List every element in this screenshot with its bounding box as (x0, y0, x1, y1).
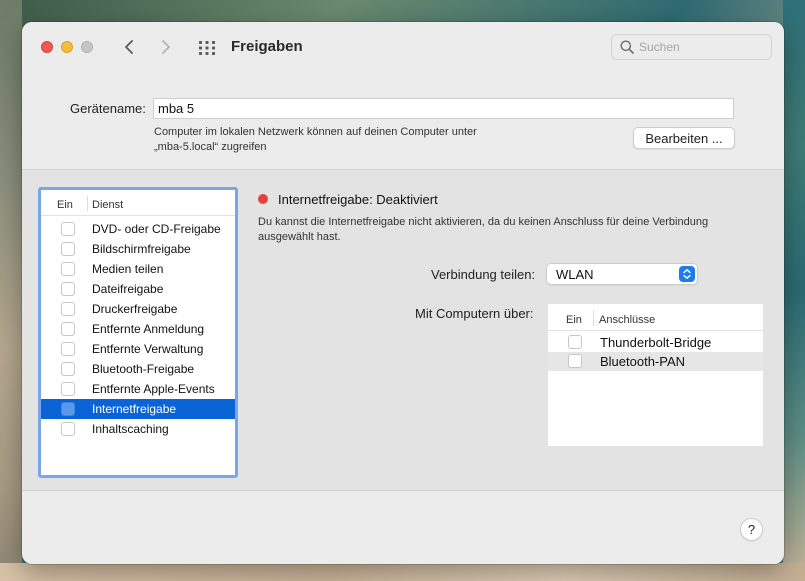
status-description-line-1: Du kannst die Internetfreigabe nicht akt… (258, 216, 709, 228)
service-checkbox[interactable] (61, 362, 75, 376)
service-label: Entfernte Verwaltung (92, 342, 204, 356)
service-row-bluetooth-sharing[interactable]: Bluetooth-Freigabe (41, 359, 235, 379)
column-header-ports[interactable]: Anschlüsse (599, 314, 655, 326)
select-arrows-icon (679, 266, 695, 282)
port-checkbox[interactable] (568, 354, 582, 368)
forward-button[interactable] (155, 36, 177, 58)
port-row-bluetooth-pan[interactable]: Bluetooth-PAN (548, 352, 763, 371)
service-checkbox[interactable] (61, 422, 75, 436)
chevron-left-icon (125, 40, 133, 54)
service-list-header: Ein Dienst (41, 190, 235, 216)
service-row-content-caching[interactable]: Inhaltscaching (41, 419, 235, 439)
grid-icon (199, 41, 215, 55)
service-label: Inhaltscaching (92, 422, 169, 436)
device-note-line-1: Computer im lokalen Netzwerk können auf … (154, 126, 477, 138)
service-label: Entfernte Apple-Events (92, 382, 215, 396)
sharing-preferences-window: Freigaben Gerätename: Computer im lokale… (22, 22, 784, 564)
service-row-screen-sharing[interactable]: Bildschirmfreigabe (41, 239, 235, 259)
help-button[interactable]: ? (740, 518, 763, 541)
desktop-background-bottom (0, 563, 805, 581)
titlebar: Freigaben (22, 22, 784, 74)
status-description: Du kannst die Internetfreigabe nicht akt… (258, 215, 758, 245)
service-checkbox[interactable] (61, 242, 75, 256)
column-header-on[interactable]: Ein (57, 199, 73, 211)
service-label: Medien teilen (92, 262, 164, 276)
share-connection-label: Verbindung teilen: (431, 267, 536, 282)
service-label: Bildschirmfreigabe (92, 242, 191, 256)
service-checkbox[interactable] (61, 342, 75, 356)
service-label: Internetfreigabe (92, 402, 177, 416)
device-name-input[interactable] (153, 98, 734, 119)
service-row-media-sharing[interactable]: Medien teilen (41, 259, 235, 279)
search-icon (620, 40, 634, 54)
window-title: Freigaben (231, 38, 303, 55)
device-note-line-2: „mba-5.local“ zugreifen (154, 141, 267, 153)
service-row-remote-management[interactable]: Entfernte Verwaltung (41, 339, 235, 359)
status-indicator (258, 194, 268, 204)
service-list[interactable]: Ein Dienst DVD- oder CD-Freigabe Bildsch… (38, 187, 238, 478)
column-separator (593, 310, 594, 326)
service-row-file-sharing[interactable]: Dateifreigabe (41, 279, 235, 299)
status-text: Internetfreigabe: Deaktiviert (278, 192, 438, 207)
share-connection-value: WLAN (556, 267, 594, 282)
service-row-internet-sharing[interactable]: Internetfreigabe (41, 399, 235, 419)
service-label: DVD- oder CD-Freigabe (92, 222, 221, 236)
to-computers-using-label: Mit Computern über: (415, 306, 534, 321)
port-label: Bluetooth-PAN (600, 354, 686, 369)
ports-table[interactable]: Ein Anschlüsse Thunderbolt-Bridge Blueto… (548, 304, 763, 446)
edit-button[interactable]: Bearbeiten ... (633, 127, 735, 149)
status-description-line-2: ausgewählt hast. (258, 231, 341, 243)
zoom-window-button[interactable] (81, 41, 93, 53)
port-label: Thunderbolt-Bridge (600, 335, 712, 350)
section-divider (22, 490, 784, 491)
service-row-remote-apple-events[interactable]: Entfernte Apple-Events (41, 379, 235, 399)
service-checkbox[interactable] (61, 282, 75, 296)
close-window-button[interactable] (41, 41, 53, 53)
service-label: Entfernte Anmeldung (92, 322, 205, 336)
column-separator (87, 196, 88, 211)
search-input[interactable] (639, 40, 759, 54)
desktop-background-right (783, 0, 805, 581)
share-connection-select[interactable]: WLAN (546, 263, 698, 285)
chevron-right-icon (162, 40, 170, 54)
service-row-printer-sharing[interactable]: Druckerfreigabe (41, 299, 235, 319)
service-row-remote-login[interactable]: Entfernte Anmeldung (41, 319, 235, 339)
column-header-service[interactable]: Dienst (92, 199, 123, 211)
service-row-dvd[interactable]: DVD- oder CD-Freigabe (41, 219, 235, 239)
port-row-thunderbolt-bridge[interactable]: Thunderbolt-Bridge (548, 333, 763, 352)
device-name-note: Computer im lokalen Netzwerk können auf … (154, 125, 554, 155)
service-label: Bluetooth-Freigabe (92, 362, 195, 376)
show-all-button[interactable] (197, 38, 217, 58)
service-checkbox[interactable] (61, 302, 75, 316)
ports-table-header: Ein Anschlüsse (548, 304, 763, 331)
column-header-on[interactable]: Ein (566, 314, 582, 326)
service-label: Dateifreigabe (92, 282, 164, 296)
minimize-window-button[interactable] (61, 41, 73, 53)
device-name-label: Gerätename: (70, 101, 146, 116)
service-checkbox[interactable] (61, 402, 75, 416)
port-checkbox[interactable] (568, 335, 582, 349)
back-button[interactable] (118, 36, 140, 58)
service-checkbox[interactable] (61, 382, 75, 396)
desktop-background-left (0, 0, 22, 581)
search-field[interactable] (611, 34, 772, 60)
service-checkbox[interactable] (61, 322, 75, 336)
service-checkbox[interactable] (61, 262, 75, 276)
service-checkbox[interactable] (61, 222, 75, 236)
service-label: Druckerfreigabe (92, 302, 178, 316)
